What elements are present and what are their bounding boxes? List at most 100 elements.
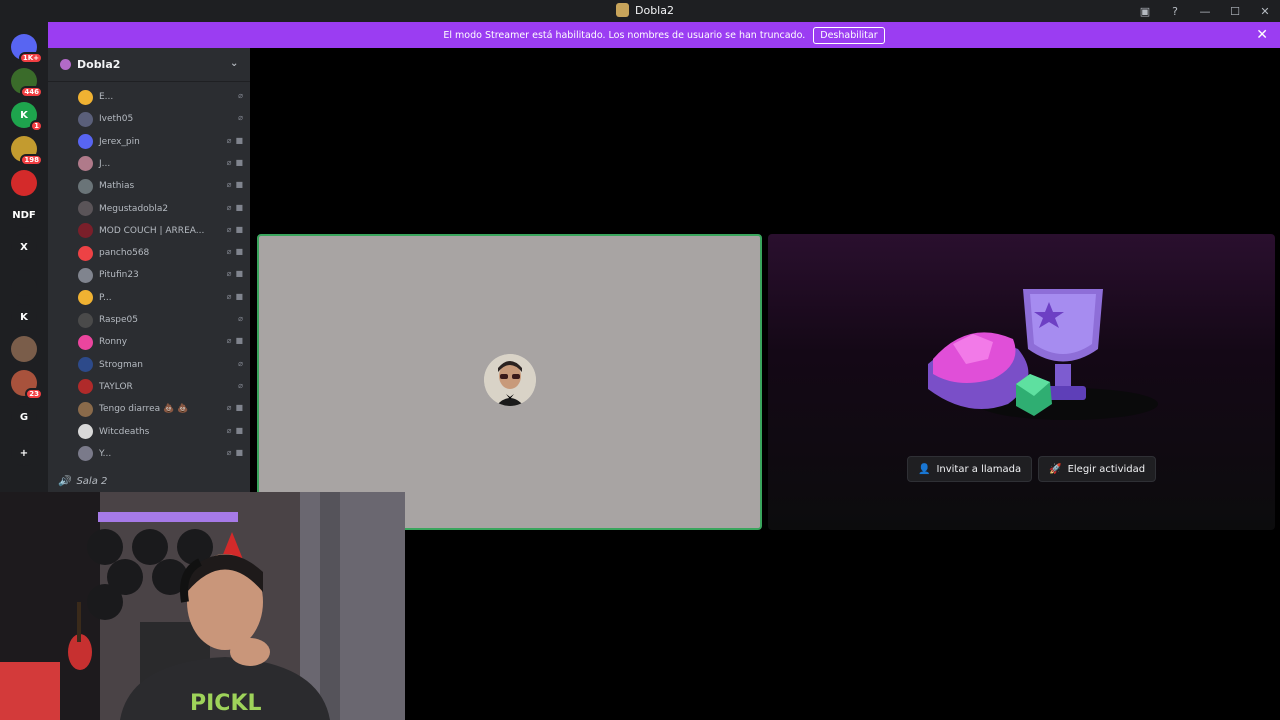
server-icon-10[interactable] [11,336,37,362]
member-name: E... [99,92,114,102]
notification-badge: 1K+ [18,52,43,64]
voice-member[interactable]: Pitufin23 ⌀ ■ [78,266,243,284]
voice-member[interactable]: TAYLOR ⌀ [78,378,243,396]
maximize-button[interactable]: ☐ [1220,5,1250,18]
choose-activity-button[interactable]: 🚀 Elegir actividad [1038,456,1157,482]
voice-member[interactable]: E... ⌀ [78,88,243,106]
close-window-button[interactable]: ✕ [1250,5,1280,18]
member-name: Iveth05 [99,114,134,125]
member-status-icons: ⌀ [238,381,243,390]
svg-text:PICKL: PICKL [190,691,262,716]
mic-muted-icon: ⌀ [226,202,232,212]
server-icon-7[interactable]: X [11,234,37,260]
camera-icon: ■ [235,247,243,257]
voice-member[interactable]: Iveth05 ⌀ [78,110,243,128]
member-status-icons: ⌀ ■ [227,158,243,167]
voice-member[interactable]: Ronny ⌀ ■ [78,333,243,351]
disable-streamer-button[interactable]: Deshabilitar [813,26,885,44]
server-icon-9[interactable]: K [11,304,37,330]
server-icon-3[interactable]: K1 [11,102,43,132]
member-status-icons: ⌀ ■ [227,403,243,412]
avatar [78,156,93,172]
window-title-group: Dobla2 [616,3,674,17]
voice-member[interactable]: MOD COUCH | ARREA... ⌀ ■ [78,222,243,240]
member-status-icons: ⌀ [238,91,243,100]
voice-member[interactable]: Y... ⌀ ■ [78,445,243,463]
avatar [78,290,93,306]
voice-member[interactable]: Raspe05 ⌀ [78,311,243,329]
member-status-icons: ⌀ ■ [227,292,243,301]
avatar [78,267,93,283]
camera-icon: ■ [235,180,243,190]
invite-label: Invitar a llamada [936,463,1022,475]
avatar [78,334,93,350]
camera-icon: ■ [235,202,243,212]
mic-muted-icon: ⌀ [226,269,232,279]
member-status-icons: ⌀ ■ [227,448,243,457]
member-name: Megustadobla2 [99,203,169,214]
chevron-down-icon[interactable]: ⌄ [230,58,238,69]
server-icon-label: X [20,241,28,253]
streamer-mode-banner: El modo Streamer está habilitado. Los no… [48,22,1280,48]
member-name: Mathias [99,181,135,192]
voice-channel-sala-2[interactable]: 🔊 Sala 2 [58,476,107,487]
avatar [78,401,93,417]
inbox-icon[interactable]: ▣ [1130,5,1160,18]
member-name: Raspe05 [99,315,138,325]
member-name: Y... [99,448,112,459]
server-icon-8[interactable] [11,270,37,296]
camera-icon: ■ [235,269,243,279]
server-icon-5[interactable] [11,170,37,196]
server-icon-6[interactable]: NDF [11,202,37,228]
voice-member[interactable]: Megustadobla2 ⌀ ■ [78,200,243,218]
voice-member[interactable]: pancho568 ⌀ ■ [78,244,243,262]
server-icon-11[interactable]: 23 [11,370,43,400]
member-status-icons: ⌀ ■ [227,225,243,234]
server-icon-1[interactable]: 1K+ [11,34,43,64]
member-name: Tengo diarrea 💩 💩 [99,404,189,415]
member-name: MOD COUCH | ARREA... [99,225,205,236]
server-icon-2[interactable]: 446 [11,68,43,98]
avatar [78,312,93,328]
member-name: TAYLOR [99,381,133,392]
server-icon-4[interactable]: 198 [11,136,43,166]
voice-member[interactable]: Mathias ⌀ ■ [78,177,243,195]
member-status-icons: ⌀ ■ [227,426,243,435]
invite-to-call-button[interactable]: 👤 Invitar a llamada [907,456,1033,482]
member-name: Witcdeaths [99,426,150,437]
webcam-overlay: PICKL [0,492,405,720]
voice-member[interactable]: J... ⌀ ■ [78,155,243,173]
app-icon [616,3,629,17]
mic-muted-icon: ⌀ [238,314,243,323]
voice-member[interactable]: Witcdeaths ⌀ ■ [78,423,243,441]
member-name: P... [99,292,112,303]
window-title: Dobla2 [635,3,674,17]
mic-muted-icon: ⌀ [226,403,232,413]
banner-text: El modo Streamer está habilitado. Los no… [443,29,806,41]
voice-member[interactable]: Jerex_pin ⌀ ■ [78,133,243,151]
mic-muted-icon: ⌀ [226,224,232,234]
server-icon-13[interactable]: + [11,440,37,466]
member-name: Jerex_pin [99,136,140,147]
camera-icon: ■ [235,224,243,234]
voice-member[interactable]: Tengo diarrea 💩 💩 ⌀ ■ [78,400,243,418]
activity-label: Elegir actividad [1067,463,1146,475]
close-icon[interactable]: ✕ [1256,27,1268,43]
member-status-icons: ⌀ [238,359,243,368]
user-video-tile[interactable] [257,234,762,530]
member-name: Pitufin23 [99,270,139,281]
server-icon-12[interactable]: G [11,404,37,430]
voice-member[interactable]: P... ⌀ ■ [78,289,243,307]
notification-badge: 1 [30,120,43,132]
minimize-button[interactable]: — [1190,5,1220,18]
member-status-icons: ⌀ ■ [227,247,243,256]
member-status-icons: ⌀ ■ [227,336,243,345]
mic-muted-icon: ⌀ [226,247,232,257]
member-status-icons: ⌀ ■ [227,269,243,278]
mic-muted-icon: ⌀ [226,135,232,145]
server-icon-label: K [20,109,28,121]
notification-badge: 446 [20,86,43,98]
server-header[interactable]: Dobla2 ⌄ [48,48,250,82]
help-icon[interactable]: ? [1160,5,1190,18]
voice-member[interactable]: Strogman ⌀ [78,356,243,374]
